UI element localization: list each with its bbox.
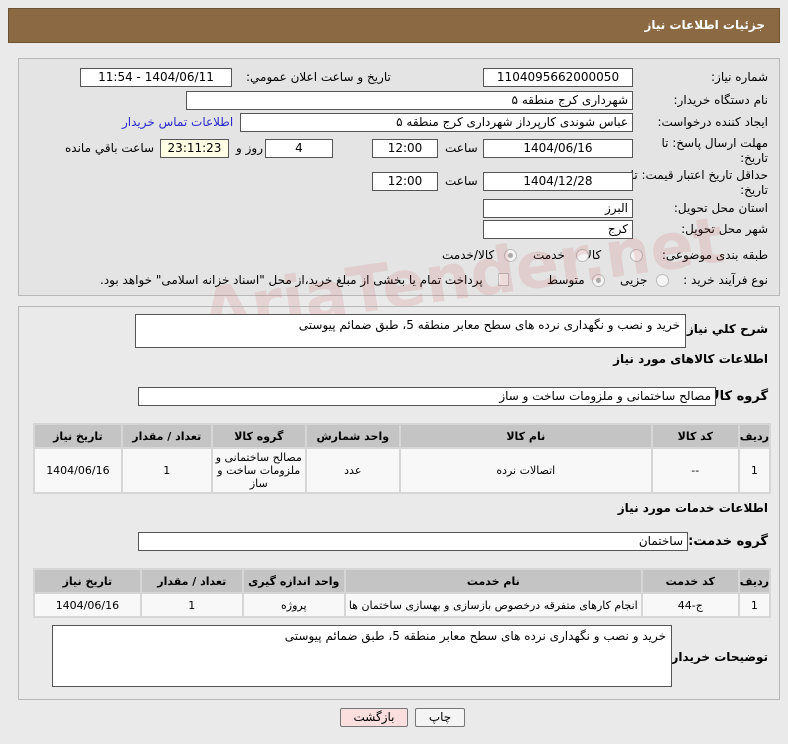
cell-name: انجام کارهای متفرقه درخصوص بازسازی و بهس…	[345, 594, 641, 616]
services-table: ردیف کد خدمت نام خدمت واحد اندازه گیری ت…	[33, 568, 771, 618]
page-title: جزئیات اطلاعات نیاز	[644, 18, 765, 32]
cell-group: مصالح ساختمانی و ملزومات ساخت و ساز	[212, 449, 305, 492]
services-heading: اطلاعات خدمات مورد نیاز	[617, 501, 768, 515]
description-textarea[interactable]: خرید و نصب و نگهداری نرده های سطح معابر …	[135, 314, 686, 348]
creator-label: ایجاد کننده درخواست:	[657, 115, 768, 129]
need-number-field: 1104095662000050	[483, 68, 633, 87]
buyer-field: شهرداری کرج منطقه ۵	[186, 91, 633, 110]
cell-date: 1404/06/16	[35, 594, 140, 616]
validity-time-field: 12:00	[372, 172, 438, 191]
col-date: تاریخ نیاز	[35, 570, 140, 592]
col-code: کد کالا	[652, 425, 738, 447]
buyer-label: نام دستگاه خریدار:	[673, 93, 769, 107]
col-qty: تعداد / مقدار	[141, 570, 242, 592]
cell-unit: پروژه	[243, 594, 344, 616]
col-row: ردیف	[739, 570, 769, 592]
cell-qty: 1	[122, 449, 211, 492]
deadline-time-label: ساعت	[445, 141, 478, 155]
cell-date: 1404/06/16	[35, 449, 121, 492]
cell-code: ج-44	[642, 594, 738, 616]
need-number-label: شماره نیاز:	[711, 70, 768, 84]
cell-code: --	[652, 449, 738, 492]
validity-time-label: ساعت	[445, 174, 478, 188]
validity-label: حداقل تاریخ اعتبار قیمت: تا تاریخ:	[630, 168, 768, 197]
announce-label: تاریخ و ساعت اعلان عمومي:	[246, 70, 391, 84]
time-remaining-field: 23:11:23	[160, 139, 229, 158]
days-label: روز و	[236, 141, 263, 155]
col-date: تاریخ نیاز	[35, 425, 121, 447]
buyer-contact-link[interactable]: اطلاعات تماس خریدار	[122, 115, 233, 129]
col-qty: تعداد / مقدار	[122, 425, 211, 447]
province-field: البرز	[483, 199, 633, 218]
days-remaining-field: 4	[265, 139, 333, 158]
col-unit: واحد اندازه گیری	[243, 570, 344, 592]
deadline-label: مهلت ارسال پاسخ: تا تاریخ:	[661, 136, 768, 165]
creator-field: عباس شوندی کارپرداز شهرداری کرج منطقه ۵	[240, 113, 633, 132]
table-row: 1 -- اتصالات نرده عدد مصالح ساختمانی و م…	[35, 449, 769, 492]
col-group: گروه کالا	[212, 425, 305, 447]
validity-date-field: 1404/12/28	[483, 172, 633, 191]
buyer-notes-label: توضیحات خریدار:	[666, 650, 768, 664]
cell-unit: عدد	[306, 449, 399, 492]
col-code: کد خدمت	[642, 570, 738, 592]
goods-table: ردیف کد کالا نام کالا واحد شمارش گروه کا…	[33, 423, 771, 494]
col-row: ردیف	[739, 425, 769, 447]
print-button[interactable]: چاپ	[415, 708, 465, 727]
announce-field: 1404/06/11 - 11:54	[80, 68, 232, 87]
cell-name: اتصالات نرده	[400, 449, 651, 492]
col-unit: واحد شمارش	[306, 425, 399, 447]
services-header-row: ردیف کد خدمت نام خدمت واحد اندازه گیری ت…	[35, 570, 769, 592]
goods-heading: اطلاعات کالاهای مورد نیاز	[613, 352, 768, 366]
time-remaining-label: ساعت باقي مانده	[65, 141, 155, 155]
goods-header-row: ردیف کد کالا نام کالا واحد شمارش گروه کا…	[35, 425, 769, 447]
col-name: نام کالا	[400, 425, 651, 447]
goods-group-field: مصالح ساختمانی و ملزومات ساخت و ساز	[138, 387, 716, 406]
page-header: جزئیات اطلاعات نیاز	[8, 8, 780, 43]
back-button[interactable]: بازگشت	[340, 708, 408, 727]
deadline-date-field: 1404/06/16	[483, 139, 633, 158]
service-group-field: ساختمان	[138, 532, 688, 551]
table-row: 1 ج-44 انجام کارهای متفرقه درخصوص بازساز…	[35, 594, 769, 616]
deadline-time-field: 12:00	[372, 139, 438, 158]
service-group-label: گروه خدمت:	[688, 534, 768, 549]
buyer-notes-textarea[interactable]: خرید و نصب و نگهداری نرده های سطح معابر …	[52, 625, 672, 687]
description-label: شرح کلي نياز:	[682, 322, 768, 336]
cell-qty: 1	[141, 594, 242, 616]
col-name: نام خدمت	[345, 570, 641, 592]
cell-row: 1	[739, 594, 769, 616]
cell-row: 1	[739, 449, 769, 492]
